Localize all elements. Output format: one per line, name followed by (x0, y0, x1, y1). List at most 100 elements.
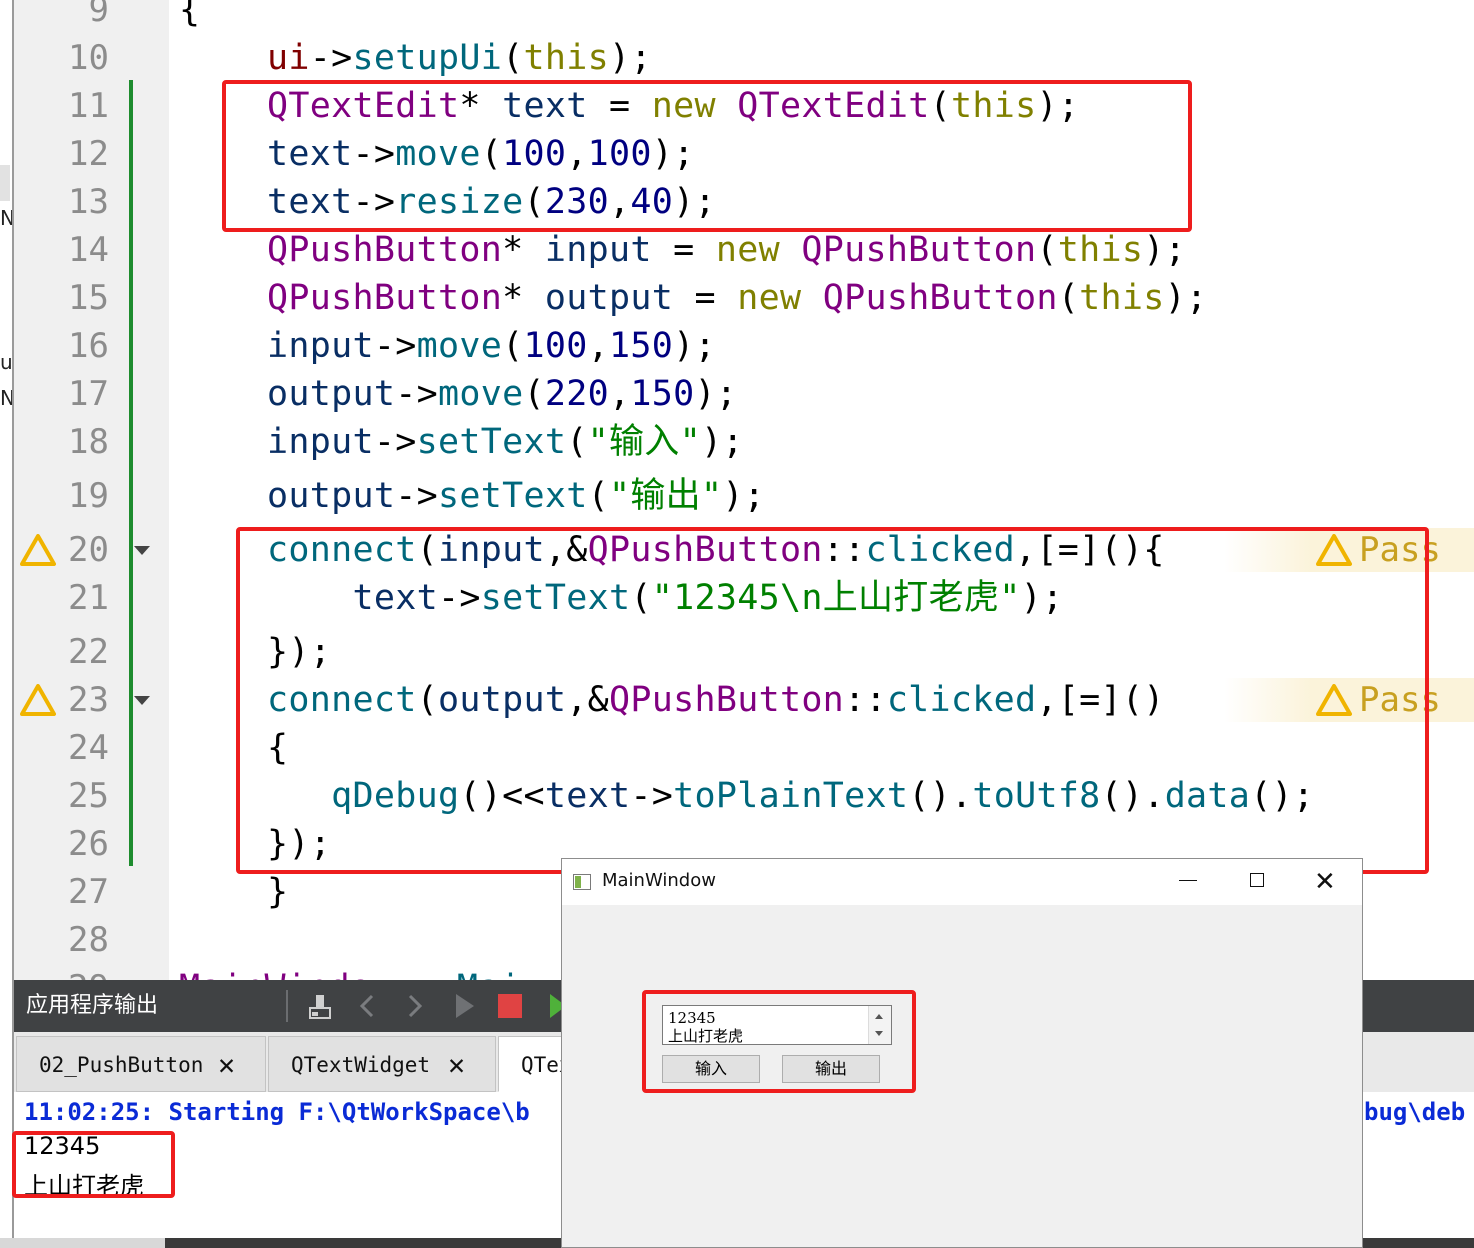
code-line[interactable]: output->move(220,150); (267, 374, 737, 414)
code-token: = (651, 230, 716, 270)
output-tab-qtextwidget[interactable]: QTextWidget ✕ (268, 1036, 496, 1092)
code-token: connect (267, 680, 417, 720)
code-line[interactable]: output->setText("输出"); (267, 476, 765, 516)
next-item-icon[interactable] (398, 990, 430, 1022)
scroll-up-icon[interactable] (875, 1014, 883, 1019)
output-button[interactable]: 输出 (782, 1055, 880, 1083)
code-token: } (267, 872, 289, 912)
code-token: * (502, 230, 545, 270)
scroll-down-icon[interactable] (875, 1031, 883, 1036)
code-token: -> (352, 134, 396, 174)
toolbar-separator (286, 990, 288, 1022)
code-token: * (502, 278, 545, 318)
code-token: input (267, 326, 374, 366)
code-line[interactable]: } (267, 872, 288, 912)
code-token: :: (844, 680, 887, 720)
code-token: -> (373, 326, 417, 366)
code-token: ); (722, 476, 766, 516)
code-line[interactable]: connect(input,&QPushButton::clicked,[=](… (267, 530, 1165, 570)
code-line[interactable]: qDebug()<<text->toPlainText().toUtf8().d… (267, 776, 1314, 816)
code-token: setText (437, 476, 588, 516)
code-line[interactable]: connect(output,&QPushButton::clicked,[=]… (267, 680, 1165, 720)
code-token: clicked (886, 680, 1037, 720)
code-token: clicked (865, 530, 1016, 570)
input-button[interactable]: 输入 (662, 1055, 760, 1083)
code-token: -> (373, 422, 417, 462)
code-token: ); (673, 326, 716, 366)
code-token: }); (267, 824, 332, 864)
output-tab-02-pushbutton[interactable]: 02_PushButton ✕ (16, 1036, 266, 1092)
code-token: QTextEdit (267, 86, 460, 126)
app-icon (573, 874, 591, 890)
code-token: 40 (630, 182, 674, 222)
code-token: ()<< (459, 776, 545, 816)
code-token: = (587, 86, 652, 126)
change-indicator-bar (129, 80, 133, 866)
code-line[interactable]: QTextEdit* text = new QTextEdit(this); (267, 86, 1079, 126)
code-token: resize (395, 182, 524, 222)
code-token: ( (502, 38, 524, 78)
clear-output-icon[interactable] (304, 990, 336, 1022)
code-line[interactable]: }); (267, 632, 331, 672)
line-number: 11 (68, 86, 109, 126)
code-line[interactable]: { (267, 728, 288, 768)
stop-icon[interactable] (494, 990, 526, 1022)
code-token: ); (673, 182, 716, 222)
code-token: (). (1100, 776, 1165, 816)
maximize-icon[interactable] (1250, 873, 1264, 887)
close-tab-icon[interactable]: ✕ (448, 1037, 465, 1093)
close-tab-icon[interactable]: ✕ (218, 1037, 235, 1093)
text-edit-scrollbar[interactable] (868, 1006, 891, 1044)
code-line[interactable]: text->move(100,100); (267, 134, 695, 174)
minimize-icon[interactable] (1179, 880, 1197, 881)
code-line[interactable]: { (179, 0, 200, 30)
code-token: this (1079, 278, 1165, 318)
line-number: 13 (68, 182, 109, 222)
code-line[interactable]: QPushButton* input = new QPushButton(thi… (267, 230, 1186, 270)
line-number: 22 (68, 632, 109, 672)
code-line[interactable]: ui->setupUi(this); (267, 38, 652, 78)
code-line[interactable]: text->setText("12345\n上山打老虎"); (267, 578, 1064, 618)
code-line[interactable]: text->resize(230,40); (267, 182, 716, 222)
line-number: 14 (68, 230, 109, 270)
code-token: this (523, 38, 609, 78)
code-token: 150 (630, 374, 695, 414)
main-window: MainWindow ✕ 12345 上山打老虎 输入 输出 (561, 858, 1363, 1248)
code-editor[interactable]: {ui->setupUi(this); QTextEdit* text = new… (169, 0, 1474, 985)
code-token: ( (480, 134, 503, 174)
tab-label: 02_PushButton (39, 1053, 204, 1077)
text-edit[interactable]: 12345 上山打老虎 (662, 1005, 892, 1045)
code-line[interactable]: input->move(100,150); (267, 326, 716, 366)
code-token: { (267, 728, 289, 768)
line-number: 18 (68, 422, 109, 462)
code-token: ,[=](){ (1015, 530, 1165, 570)
fold-arrow-icon[interactable] (134, 696, 150, 705)
close-icon[interactable]: ✕ (1314, 867, 1336, 897)
code-line[interactable]: }); (267, 824, 331, 864)
run-icon[interactable] (448, 990, 480, 1022)
code-token: :: (822, 530, 866, 570)
code-token: toPlainText (673, 776, 909, 816)
code-line[interactable]: input->setText("输入"); (267, 422, 744, 462)
output-line: 12345 (24, 1132, 101, 1160)
code-token: setText (416, 422, 567, 462)
code-token: new (737, 278, 802, 318)
window-titlebar[interactable]: MainWindow ✕ (562, 859, 1362, 905)
code-token: move (437, 374, 524, 414)
code-token: input (544, 230, 652, 270)
code-token: text (502, 86, 588, 126)
code-token: connect (267, 530, 417, 570)
code-token: ( (502, 326, 524, 366)
line-number: 9 (88, 0, 109, 30)
code-line[interactable]: QPushButton* output = new QPushButton(th… (267, 278, 1207, 318)
line-number: 26 (68, 824, 109, 864)
pass-hint[interactable]: Pass (1224, 528, 1474, 572)
code-token: -> (395, 374, 438, 414)
previous-item-icon[interactable] (352, 990, 384, 1022)
code-token: QPushButton (587, 530, 823, 570)
code-token: -> (395, 476, 438, 516)
pass-hint[interactable]: Pass (1224, 678, 1474, 722)
fold-arrow-icon[interactable] (134, 546, 150, 555)
